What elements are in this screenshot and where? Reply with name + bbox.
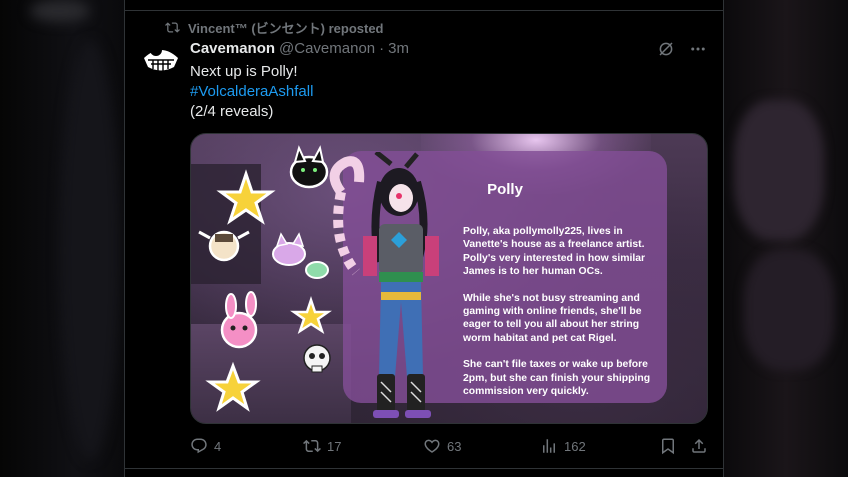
repost-icon [165,21,180,33]
reply-count: 4 [214,438,222,454]
separator-dot: · [379,40,385,57]
star-sticker-icon [216,169,276,225]
background-right [724,0,848,477]
description-paragraph: While she's not busy streaming and gamin… [463,292,642,344]
background-blob [734,100,824,240]
avatar[interactable] [141,36,181,76]
hamster-sticker-icon [198,230,250,262]
reply-icon [191,438,207,454]
tweet-line: Next up is Polly! [190,63,298,80]
like-button[interactable]: 63 [423,437,461,455]
tweet-header: Cavemanon @Cavemanon · 3m [190,40,409,57]
heart-icon [424,439,440,453]
user-handle[interactable]: @Cavemanon [279,40,375,57]
header-actions [657,40,707,58]
cavemanon-logo-icon [141,36,181,76]
analytics-icon [543,439,555,453]
bottom-star-sticker-icon [205,361,261,412]
repost-icon [303,439,321,453]
description-paragraph: She can't file taxes or wake up before 2… [463,359,651,398]
view-count: 162 [564,438,586,454]
description-paragraph: Polly, aka pollymolly225, lives in Vanet… [463,226,646,278]
tweet-line: (2/4 reveals) [190,103,274,120]
more-options-icon[interactable] [689,40,707,58]
repost-count: 17 [327,438,342,454]
grok-icon[interactable] [657,40,675,58]
background-blob [60,40,120,460]
divider [125,468,723,469]
views-button[interactable]: 162 [540,437,586,455]
tweet-actions: 4 17 63 162 [190,437,710,457]
hashtag-link[interactable]: #VolcalderaAshfall [190,82,313,102]
reply-button[interactable]: 4 [190,437,221,455]
background-blob [744,250,834,370]
bookmark-button[interactable] [659,437,683,455]
bunny-sticker-icon [220,291,258,349]
tweet-image[interactable]: Polly Polly, aka pollymolly225, lives in… [190,133,708,424]
share-icon [692,438,706,453]
like-count: 63 [447,438,462,454]
background-blob [30,0,90,22]
bookmark-icon [662,438,674,455]
repost-text: Vincent™ (ビンセント) reposted [188,20,384,36]
timeline-column: Vincent™ (ビンセント) reposted Cavemanon @Cav… [124,0,724,477]
character-illustration [329,152,439,418]
background-left [0,0,124,477]
repost-button[interactable]: 17 [303,437,341,455]
cat-face-sticker-icon [272,232,329,279]
display-name[interactable]: Cavemanon [190,40,275,57]
divider [125,10,723,11]
repost-indicator[interactable]: Vincent™ (ビンセント) reposted [165,19,384,36]
share-button[interactable] [690,437,714,455]
tweet-text: Next up is Polly! #VolcalderaAshfall (2/… [190,62,313,122]
timestamp[interactable]: 3m [388,40,409,57]
character-description: Polly, aka pollymolly225, lives in Vanet… [463,225,653,411]
